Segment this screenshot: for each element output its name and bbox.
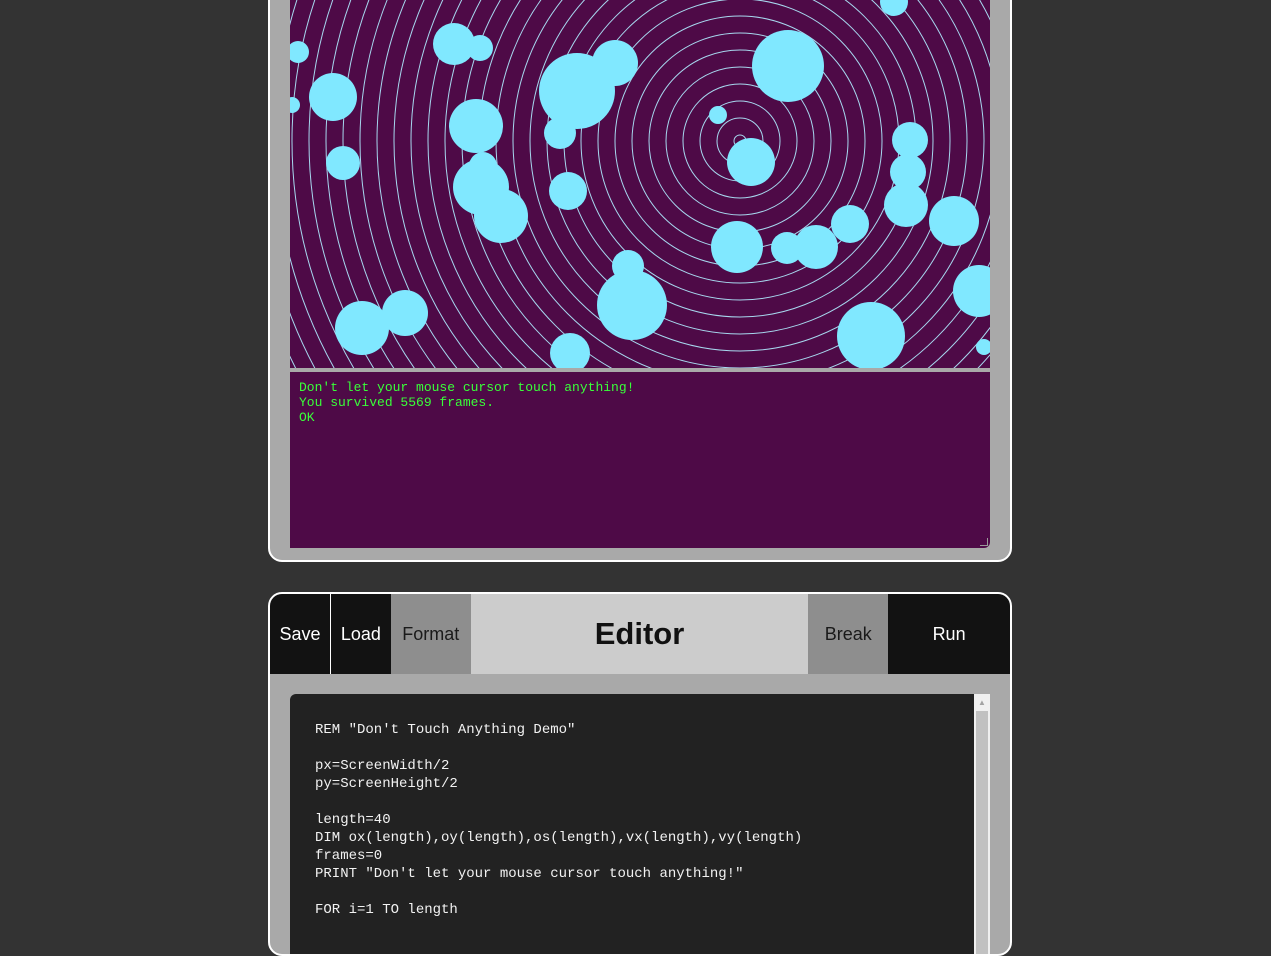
game-scene [290,0,990,368]
break-button[interactable]: Break [808,594,889,674]
bouncing-ball [290,41,309,63]
editor-title: Editor [470,594,809,674]
bouncing-ball [880,0,908,16]
bouncing-ball [929,196,979,246]
bouncing-ball [771,232,803,264]
resize-grip-icon[interactable] [980,538,988,546]
bouncing-ball [709,106,727,124]
bouncing-ball [884,183,928,227]
format-button[interactable]: Format [390,594,471,674]
run-button[interactable]: Run [888,594,1010,674]
load-button[interactable]: Load [330,594,391,674]
scroll-up-icon[interactable]: ▲ [974,694,990,710]
bouncing-ball [549,172,587,210]
bouncing-ball [449,99,503,153]
code-scrollbar[interactable]: ▲ [974,694,990,954]
bouncing-ball [953,265,990,317]
bouncing-ball [550,333,590,368]
bouncing-ball [544,117,576,149]
console-output[interactable]: Don't let your mouse cursor touch anythi… [290,372,990,548]
bouncing-ball [309,73,357,121]
editor-panel: Save Load Format Editor Break Run REM "D… [268,592,1012,956]
runtime-panel: Don't let your mouse cursor touch anythi… [268,0,1012,562]
bouncing-ball [727,138,775,186]
bouncing-ball [597,270,667,340]
bouncing-ball [837,302,905,368]
editor-toolbar: Save Load Format Editor Break Run [270,594,1010,674]
scroll-thumb[interactable] [976,711,988,954]
console-line-3: OK [299,410,315,425]
bouncing-ball [711,221,763,273]
code-editor[interactable]: REM "Don't Touch Anything Demo" px=Scree… [290,694,974,954]
bouncing-ball [335,301,389,355]
bouncing-ball [976,339,990,355]
bouncing-ball [326,146,360,180]
bouncing-ball [752,30,824,102]
save-button[interactable]: Save [270,594,331,674]
bouncing-ball [592,40,638,86]
console-line-1: Don't let your mouse cursor touch anythi… [299,380,635,395]
game-canvas[interactable] [290,0,990,368]
console-line-2: You survived 5569 frames. [299,395,495,410]
bouncing-ball [831,205,869,243]
bouncing-ball [467,35,493,61]
bouncing-ball [290,97,300,113]
bouncing-ball [474,189,528,243]
bouncing-ball [892,122,928,158]
